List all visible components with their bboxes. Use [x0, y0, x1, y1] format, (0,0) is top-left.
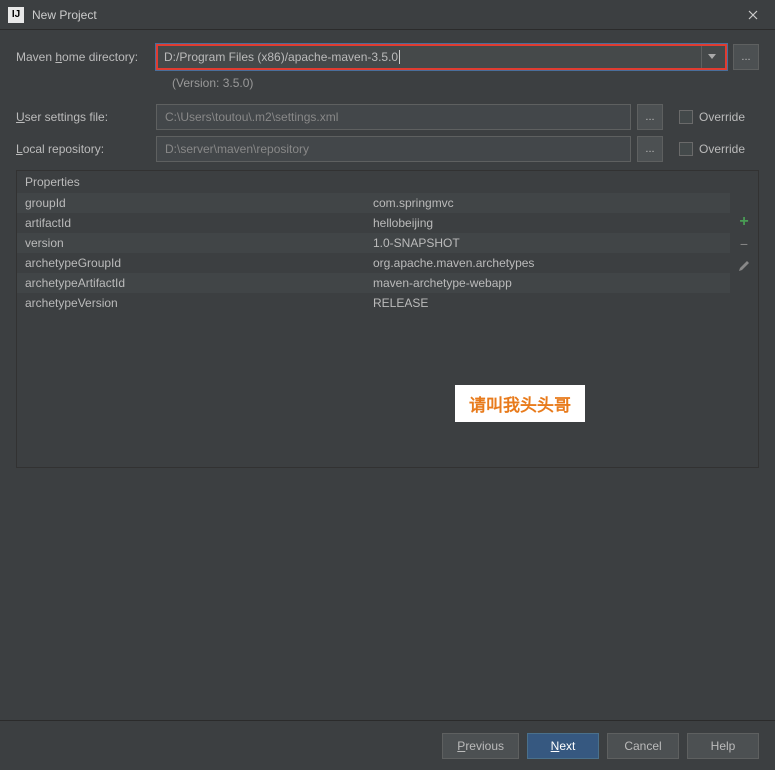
properties-header: Properties	[17, 171, 758, 193]
local-repo-field[interactable]: D:\server\maven\repository	[156, 136, 631, 162]
property-value: hellobeijing	[373, 216, 730, 230]
maven-home-combo[interactable]: D:/Program Files (x86)/apache-maven-3.5.…	[156, 44, 727, 70]
dialog-content: Maven home directory: D:/Program Files (…	[0, 30, 775, 478]
local-repo-override-checkbox[interactable]	[679, 142, 693, 156]
user-settings-row: User settings file: C:\Users\toutou\.m2\…	[16, 104, 759, 130]
close-icon	[748, 10, 758, 20]
property-key: version	[17, 236, 373, 250]
user-settings-field[interactable]: C:\Users\toutou\.m2\settings.xml	[156, 104, 631, 130]
override-label: Override	[699, 142, 745, 156]
maven-version-row: (Version: 3.5.0)	[16, 76, 759, 90]
titlebar: IJ New Project	[0, 0, 775, 30]
table-row[interactable]: version1.0-SNAPSHOT	[17, 233, 730, 253]
table-row[interactable]: archetypeGroupIdorg.apache.maven.archety…	[17, 253, 730, 273]
table-row[interactable]: artifactIdhellobeijing	[17, 213, 730, 233]
user-settings-label: User settings file:	[16, 110, 156, 124]
add-property-button[interactable]: +	[735, 213, 753, 231]
maven-version-text: (Version: 3.5.0)	[172, 76, 253, 90]
property-key: groupId	[17, 196, 373, 210]
properties-table[interactable]: groupIdcom.springmvcartifactIdhellobeiji…	[17, 193, 730, 313]
maven-home-row: Maven home directory: D:/Program Files (…	[16, 44, 759, 70]
edit-property-button[interactable]	[735, 257, 753, 275]
override-label: Override	[699, 110, 745, 124]
dialog-footer: Previous Next Cancel Help	[0, 720, 775, 770]
properties-panel: Properties groupIdcom.springmvcartifactI…	[16, 170, 759, 468]
watermark: 请叫我头头哥	[455, 385, 585, 422]
property-key: archetypeGroupId	[17, 256, 373, 270]
property-value: RELEASE	[373, 296, 730, 310]
local-repo-label: Local repository:	[16, 142, 156, 156]
properties-side-actions: + −	[734, 213, 754, 275]
property-value: org.apache.maven.archetypes	[373, 256, 730, 270]
local-repo-override-wrap: Override	[679, 142, 759, 156]
help-button[interactable]: Help	[687, 733, 759, 759]
user-settings-override-checkbox[interactable]	[679, 110, 693, 124]
property-value: maven-archetype-webapp	[373, 276, 730, 290]
property-key: artifactId	[17, 216, 373, 230]
property-key: archetypeVersion	[17, 296, 373, 310]
next-button[interactable]: Next	[527, 733, 599, 759]
table-row[interactable]: archetypeArtifactIdmaven-archetype-webap…	[17, 273, 730, 293]
maven-home-label: Maven home directory:	[16, 50, 156, 64]
local-repo-browse-button[interactable]: ...	[637, 136, 663, 162]
table-row[interactable]: archetypeVersionRELEASE	[17, 293, 730, 313]
close-button[interactable]	[739, 1, 767, 29]
cancel-button[interactable]: Cancel	[607, 733, 679, 759]
remove-property-button[interactable]: −	[735, 235, 753, 253]
property-key: archetypeArtifactId	[17, 276, 373, 290]
user-settings-browse-button[interactable]: ...	[637, 104, 663, 130]
chevron-down-icon[interactable]	[701, 46, 721, 68]
properties-body: groupIdcom.springmvcartifactIdhellobeiji…	[17, 193, 758, 313]
table-row[interactable]: groupIdcom.springmvc	[17, 193, 730, 213]
user-settings-override-wrap: Override	[679, 110, 759, 124]
pencil-icon	[738, 260, 750, 272]
maven-home-browse-button[interactable]: ...	[733, 44, 759, 70]
maven-home-value: D:/Program Files (x86)/apache-maven-3.5.…	[164, 50, 400, 64]
local-repo-row: Local repository: D:\server\maven\reposi…	[16, 136, 759, 162]
previous-button[interactable]: Previous	[442, 733, 519, 759]
window-title: New Project	[32, 8, 739, 22]
app-icon: IJ	[8, 7, 24, 23]
property-value: com.springmvc	[373, 196, 730, 210]
property-value: 1.0-SNAPSHOT	[373, 236, 730, 250]
